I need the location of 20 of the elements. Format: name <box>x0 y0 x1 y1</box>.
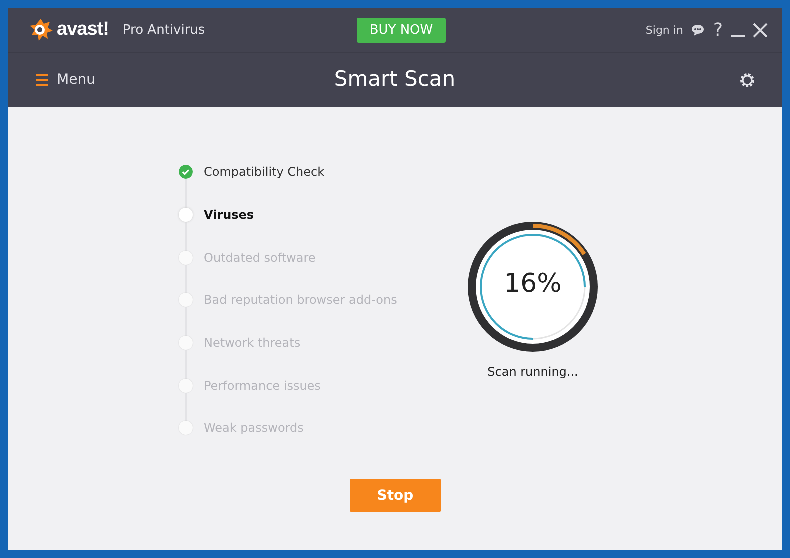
step-label: Network threats <box>204 336 301 350</box>
brand-name: avast! <box>57 19 109 41</box>
close-icon[interactable] <box>753 22 768 38</box>
menu-icon <box>36 74 48 86</box>
sign-in-link[interactable]: Sign in <box>646 24 684 36</box>
logo-icon <box>28 17 54 43</box>
step-label: Performance issues <box>204 378 321 393</box>
scan-status: Scan running... <box>488 365 578 379</box>
step-label: Bad reputation browser add-ons <box>204 293 398 308</box>
chat-icon[interactable] <box>691 24 706 36</box>
step-label: Outdated software <box>204 250 316 265</box>
progress-percent: 16% <box>503 269 563 299</box>
settings-icon[interactable] <box>739 72 756 88</box>
page-title: Smart Scan <box>334 67 456 91</box>
help-button[interactable]: ? <box>713 20 723 40</box>
menu-button[interactable]: Menu <box>36 72 96 88</box>
product-name: Pro Antivirus <box>122 22 206 38</box>
step-label: Weak passwords <box>204 421 304 436</box>
step-label: Viruses <box>204 208 254 222</box>
step-label: Compatibility Check <box>204 165 325 180</box>
